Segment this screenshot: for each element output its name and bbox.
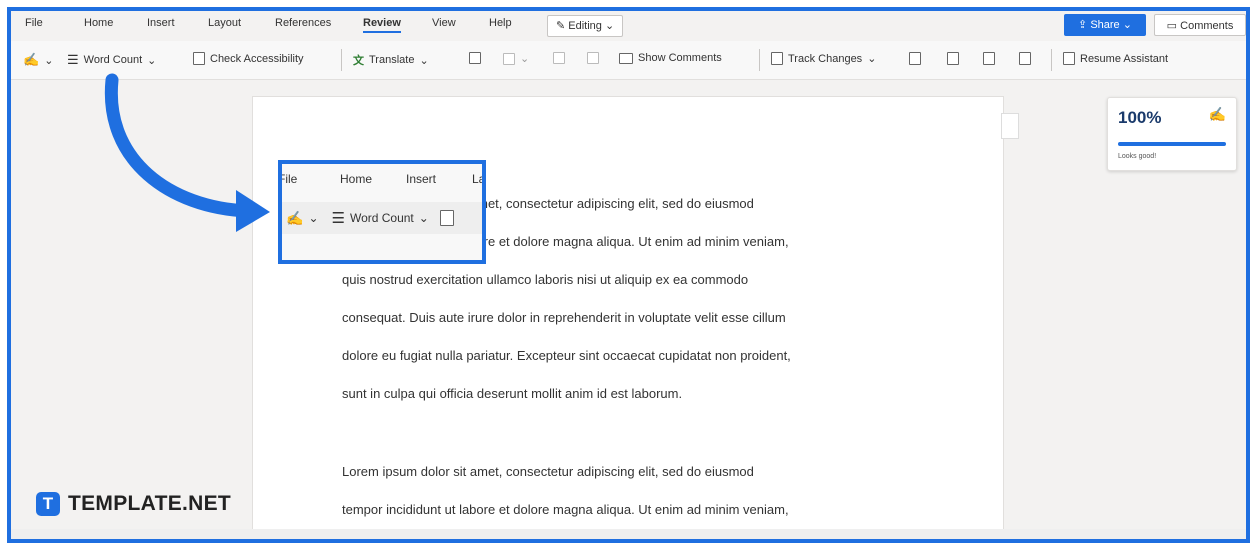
chevron-down-icon: ⌄: [308, 211, 319, 225]
comment-icon: [619, 52, 633, 64]
editor-pen-icon: ✍: [286, 209, 304, 226]
comments-button[interactable]: ▭ Comments: [1154, 14, 1246, 36]
word-window: File Home Insert Layout References Revie…: [7, 7, 1250, 543]
translate-icon: 文: [353, 55, 364, 67]
paragraph-line: consequat. Duis aute irure dolor in repr…: [342, 310, 786, 325]
callout-tab-insert: Insert: [406, 172, 437, 186]
tab-insert[interactable]: Insert: [147, 17, 175, 29]
paragraph-line: sunt in culpa qui officia deserunt molli…: [342, 386, 683, 401]
chevron-down-icon: ⌄: [520, 53, 530, 65]
show-comments-label: Show Comments: [638, 52, 722, 64]
editor-pen-icon: ✍: [23, 52, 40, 67]
check-accessibility-label: Check Accessibility: [210, 52, 304, 65]
tab-layout[interactable]: Layout: [208, 17, 241, 29]
comment-margin-marker: [1001, 113, 1019, 139]
tab-review[interactable]: Review: [363, 17, 401, 33]
zoom-callout: File Home Insert La ✍ ⌄ ☰ Word Count ⌄: [278, 160, 486, 264]
resume-assistant-button[interactable]: Resume Assistant: [1063, 52, 1168, 65]
accept-change-button[interactable]: [909, 52, 921, 65]
callout-word-count-label: Word Count: [349, 211, 414, 225]
callout-tab-layout: La: [472, 172, 486, 186]
reject-change-icon: [947, 52, 959, 65]
track-changes-label: Track Changes: [788, 52, 863, 65]
check-accessibility-button[interactable]: Check Accessibility: [193, 52, 304, 65]
chevron-down-icon: ⌄: [867, 53, 877, 65]
next-change-icon: [1019, 52, 1031, 65]
pencil-icon: ✎: [556, 20, 566, 32]
logo-text: TEMPLATE.NET: [68, 492, 232, 515]
callout-ribbon-row: ✍ ⌄ ☰ Word Count ⌄: [282, 202, 482, 234]
tab-view[interactable]: View: [432, 17, 456, 29]
editing-mode-dropdown[interactable]: ✎ Editing ⌄: [547, 15, 624, 37]
translate-button[interactable]: 文 Translate ⌄: [353, 52, 429, 68]
accessibility-icon: [439, 210, 454, 226]
ribbon-divider: [759, 49, 760, 71]
previous-comment-icon: [553, 52, 565, 64]
status-bar: [11, 529, 1246, 539]
ribbon-divider: [1051, 49, 1052, 71]
editor-score-message: Looks good!: [1118, 153, 1157, 160]
track-changes-icon: [771, 52, 783, 65]
resume-assistant-icon: [1063, 52, 1075, 65]
document-paragraph: Lorem ipsum dolor sit amet, consectetur …: [342, 453, 932, 529]
accept-change-icon: [909, 52, 921, 65]
comment-icon: ▭: [1166, 20, 1178, 32]
word-count-button[interactable]: ☰ Word Count ⌄: [67, 52, 156, 68]
paragraph-line: tempor incididunt ut labore et dolore ma…: [342, 502, 789, 517]
paragraph-line: quis nostrud exercitation ullamco labori…: [342, 272, 749, 287]
review-ribbon: ✍ ⌄ ☰ Word Count ⌄ Check Accessibility 文…: [11, 41, 1246, 80]
tab-home[interactable]: Home: [84, 17, 113, 29]
editor-pen-icon: ✍: [1208, 106, 1226, 122]
chevron-down-icon: ⌄: [419, 54, 429, 67]
callout-tab-file: File: [278, 172, 298, 186]
comments-label: Comments: [1180, 20, 1234, 32]
reject-change-button[interactable]: [947, 52, 959, 65]
chevron-down-icon: ⌄: [44, 54, 54, 67]
next-comment-button[interactable]: [587, 52, 599, 64]
tab-references[interactable]: References: [275, 17, 331, 29]
chevron-down-icon: ⌄: [604, 20, 615, 32]
editing-label: Editing: [568, 20, 602, 32]
share-icon: ⇪: [1078, 19, 1088, 31]
track-changes-button[interactable]: Track Changes ⌄: [771, 52, 876, 65]
word-count-icon: ☰: [67, 52, 79, 67]
tab-help[interactable]: Help: [489, 17, 512, 29]
next-comment-icon: [587, 52, 599, 64]
word-count-label: Word Count: [83, 54, 143, 66]
chevron-down-icon: ⌄: [418, 211, 429, 225]
new-comment-button[interactable]: [469, 52, 481, 64]
menu-tabs: File Home Insert Layout References Revie…: [11, 11, 1246, 39]
editor-score-bar: [1118, 142, 1226, 146]
editor-button[interactable]: ✍ ⌄: [23, 52, 53, 68]
translate-label: Translate: [369, 54, 415, 66]
previous-change-button[interactable]: [983, 52, 995, 65]
next-change-button[interactable]: [1019, 52, 1031, 65]
new-comment-icon: [469, 52, 481, 64]
resume-assistant-label: Resume Assistant: [1080, 52, 1169, 65]
previous-comment-button[interactable]: [553, 52, 565, 64]
tab-file[interactable]: File: [25, 17, 43, 29]
paragraph-line: Lorem ipsum dolor sit amet, consectetur …: [342, 464, 754, 479]
logo-mark: T: [36, 492, 60, 516]
delete-comment-button[interactable]: ⌄: [503, 52, 529, 65]
delete-comment-icon: [503, 52, 515, 65]
ribbon-divider: [341, 49, 342, 71]
callout-tab-home: Home: [340, 172, 373, 186]
show-comments-button[interactable]: Show Comments: [619, 52, 722, 64]
share-button[interactable]: ⇪ Share ⌄: [1064, 14, 1146, 36]
paragraph-line: dolore eu fugiat nulla pariatur. Excepte…: [342, 348, 791, 363]
share-label: Share: [1090, 19, 1120, 31]
chevron-down-icon: ⌄: [147, 54, 157, 67]
word-count-icon: ☰: [331, 210, 345, 227]
previous-change-icon: [983, 52, 995, 65]
template-net-logo: T TEMPLATE.NET: [36, 488, 231, 520]
editor-score-value: 100%: [1118, 108, 1162, 127]
accessibility-icon: [193, 52, 205, 65]
chevron-down-icon: ⌄: [1122, 19, 1132, 31]
editor-score-card[interactable]: 100% ✍ Looks good!: [1107, 97, 1237, 171]
